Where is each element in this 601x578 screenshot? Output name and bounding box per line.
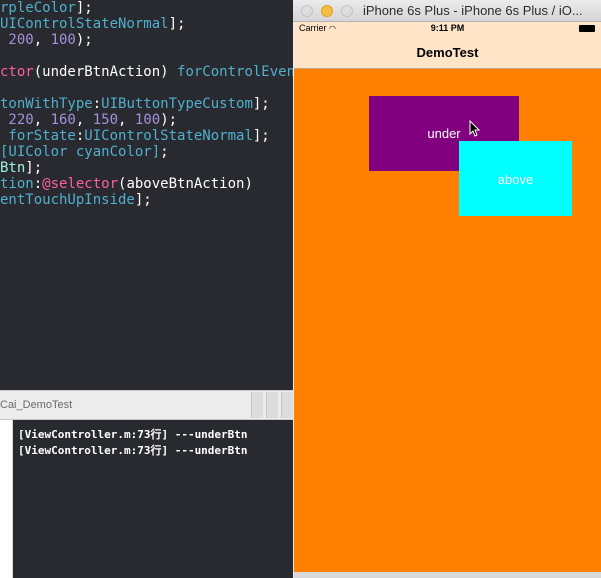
code-token: tion <box>0 176 34 192</box>
phone-screen: Carrier ◠ 9:11 PM DemoTest under above <box>294 22 601 572</box>
debug-console-header: Cai_DemoTest <box>0 390 293 420</box>
window-title: iPhone 6s Plus - iPhone 6s Plus / iO... <box>363 3 583 18</box>
code-token: 220 <box>0 112 34 128</box>
code-token: 100 <box>50 32 76 48</box>
code-token: ]; <box>75 0 93 16</box>
code-token: , <box>75 112 93 128</box>
code-token: ]; <box>252 96 270 112</box>
status-time: 9:11 PM <box>430 23 465 33</box>
code-token: UIControlStateNormal <box>0 16 169 32</box>
code-editor[interactable]: rpleColor]; UIControlStateNormal]; 200, 1… <box>0 0 293 390</box>
code-token: forControlEvent <box>177 64 293 80</box>
console-clear-button[interactable] <box>281 392 293 418</box>
code-token: UIControlStateNormal <box>84 128 253 144</box>
simulator-window: iPhone 6s Plus - iPhone 6s Plus / iO... … <box>293 0 601 578</box>
code-line: 220, 160, 150, 100); <box>0 112 177 129</box>
code-line: UIControlStateNormal]; <box>0 16 185 33</box>
code-token: (underBtnAction) <box>33 64 178 80</box>
code-token: @selector <box>42 176 119 192</box>
code-token: rpleColor <box>0 0 76 16</box>
code-token: ]; <box>25 160 43 176</box>
code-token: 160 <box>50 112 76 128</box>
code-line: tion:@selector(aboveBtnAction) <box>0 176 253 193</box>
code-token: Btn <box>0 160 26 176</box>
debug-console[interactable]: [ViewController.m:73行] ---underBtn [View… <box>0 420 293 578</box>
navigation-bar: DemoTest <box>294 36 601 69</box>
code-token: UIButtonTypeCustom <box>101 96 253 112</box>
code-token: 150 <box>92 112 119 128</box>
status-bar: Carrier ◠ 9:11 PM <box>294 22 601 36</box>
code-token: : <box>33 176 43 192</box>
code-token: (aboveBtnAction) <box>118 176 253 192</box>
above-button-label: above <box>497 172 534 187</box>
code-token: ctor <box>0 64 34 80</box>
console-gutter <box>0 420 13 578</box>
code-line: entTouchUpInside]; <box>0 192 152 209</box>
console-title: Cai_DemoTest <box>0 399 73 411</box>
code-token: ]; <box>134 192 152 208</box>
above-button[interactable]: above <box>459 141 572 216</box>
code-token: : <box>92 96 102 112</box>
console-toggle-button[interactable] <box>251 392 263 418</box>
log-line: [ViewController.m:73行] ---underBtn <box>18 444 248 457</box>
code-token: ; <box>160 144 169 160</box>
battery-icon <box>579 25 595 32</box>
code-line: 200, 100); <box>0 32 93 49</box>
mouse-cursor-icon <box>469 120 481 137</box>
code-token: 200 <box>0 32 34 48</box>
minimize-window-button[interactable] <box>321 5 333 17</box>
code-line: Btn]; <box>0 160 42 177</box>
simulator-titlebar[interactable]: iPhone 6s Plus - iPhone 6s Plus / iO... <box>293 0 601 22</box>
code-token: , <box>118 112 135 128</box>
simulator-bottom-edge <box>294 572 601 578</box>
console-filter-button[interactable] <box>266 392 278 418</box>
under-button-label: under <box>427 126 461 141</box>
code-token: ); <box>160 112 178 128</box>
code-line: rpleColor]; <box>0 0 93 17</box>
code-line: [UIColor cyanColor]; <box>0 144 169 161</box>
code-line: forState:UIControlStateNormal]; <box>0 128 270 145</box>
code-token: , <box>33 112 51 128</box>
code-token: ]; <box>252 128 270 144</box>
code-token: ]; <box>168 16 186 32</box>
nav-title: DemoTest <box>416 45 479 60</box>
code-token: entTouchUpInside <box>0 192 135 208</box>
code-line: ctor(underBtnAction) forControlEvent <box>0 64 293 81</box>
log-line: [ViewController.m:73行] ---underBtn <box>18 428 248 441</box>
code-token: forState <box>0 128 76 144</box>
close-window-button[interactable] <box>301 5 313 17</box>
code-line: tonWithType:UIButtonTypeCustom]; <box>0 96 270 113</box>
code-token: 100 <box>134 112 161 128</box>
code-token: ); <box>75 32 93 48</box>
code-token: [UIColor cyanColor] <box>0 144 161 160</box>
code-token: , <box>33 32 51 48</box>
zoom-window-button[interactable] <box>341 5 353 17</box>
code-token: tonWithType <box>0 96 93 112</box>
